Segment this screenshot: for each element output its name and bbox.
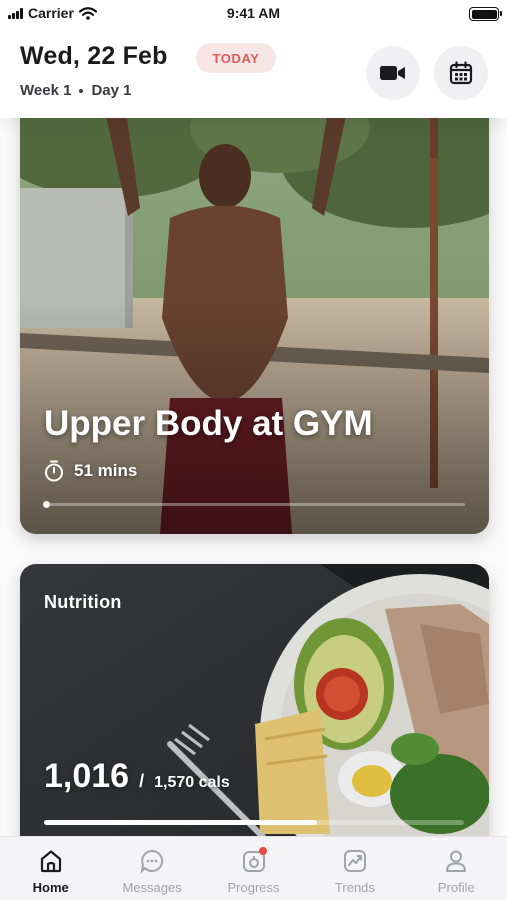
home-screen: Carrier 9:41 AM Wed, 22 Feb TODAY Week 1…: [0, 0, 507, 900]
separator-dot: [79, 88, 84, 93]
calories-consumed: 1,016: [44, 757, 130, 795]
trend-chart-icon: [343, 850, 366, 872]
tab-label: Trends: [334, 880, 375, 895]
home-icon: [40, 850, 61, 873]
tab-label: Messages: [122, 880, 182, 895]
calendar-button[interactable]: [434, 46, 488, 100]
status-bar: Carrier 9:41 AM: [0, 0, 507, 26]
trends-icon-wrap: [341, 847, 369, 875]
tab-progress[interactable]: Progress: [203, 837, 304, 900]
video-camera-icon: [380, 66, 405, 80]
today-badge[interactable]: TODAY: [196, 43, 276, 73]
workout-progress-bar: [43, 501, 465, 508]
calories-separator: /: [139, 771, 145, 791]
home-icon-wrap: [37, 847, 65, 875]
tab-label: Progress: [227, 880, 280, 895]
workout-title: Upper Body at GYM: [44, 404, 373, 443]
stopwatch-icon: [45, 460, 63, 482]
tab-label: Profile: [437, 880, 475, 895]
nutrition-card[interactable]: Nutrition 1,016 / 1,570 cals: [20, 564, 489, 864]
app-header: Wed, 22 Feb TODAY Week 1 Day 1: [0, 26, 507, 118]
chat-bubble-icon: [140, 849, 164, 874]
profile-icon: [446, 850, 467, 872]
progress-knob[interactable]: [43, 501, 50, 508]
tab-home[interactable]: Home: [0, 837, 101, 900]
tab-messages[interactable]: Messages: [101, 837, 202, 900]
workout-card[interactable]: Upper Body at GYM 51 mins: [20, 98, 489, 534]
calendar-icon: [449, 61, 473, 85]
tab-trends[interactable]: Trends: [304, 837, 405, 900]
day-label: Day 1: [91, 82, 132, 99]
week-day-indicator: Week 1 Day 1: [20, 82, 131, 99]
tab-label: Home: [32, 880, 69, 895]
calories-goal: 1,570 cals: [154, 774, 230, 791]
status-time: 9:41 AM: [226, 5, 281, 21]
messages-icon-wrap: [138, 847, 166, 875]
duration-label: 51 mins: [74, 461, 138, 480]
tab-profile[interactable]: Profile: [406, 837, 507, 900]
page-title: Wed, 22 Feb: [20, 42, 168, 70]
notification-dot: [258, 847, 267, 855]
video-button[interactable]: [366, 46, 420, 100]
calorie-summary: 1,016 / 1,570 cals: [44, 757, 230, 796]
nutrition-label: Nutrition: [44, 592, 122, 612]
week-label: Week 1: [20, 82, 72, 99]
profile-icon-wrap: [442, 847, 470, 875]
calorie-progress-bar: [44, 820, 464, 825]
progress-icon-wrap: [240, 847, 268, 875]
battery-icon: [469, 7, 502, 21]
tab-bar: Home Messages Progress Trends Profile: [0, 836, 507, 900]
calorie-progress-fill: [44, 820, 317, 825]
workout-duration: 51 mins: [44, 460, 137, 482]
